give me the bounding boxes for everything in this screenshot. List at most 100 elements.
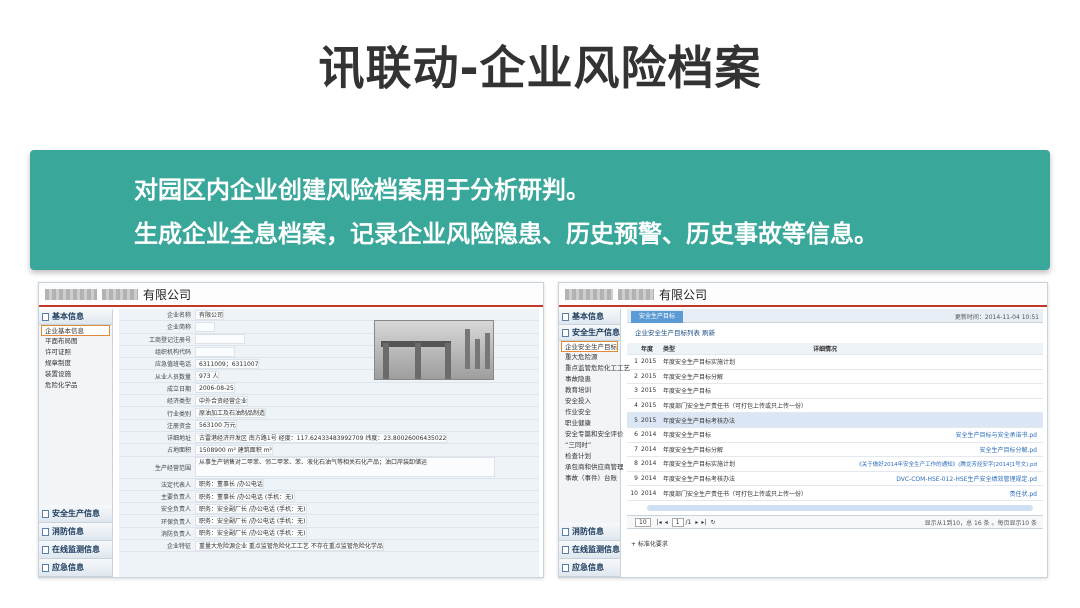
sidebar-section-basic-info[interactable]: 基本信息 [559,309,620,325]
field-label: 经济类型 [166,398,191,406]
table-row[interactable]: 1 2015 年度安全生产目标实施计划 [627,355,1043,370]
table-row[interactable]: 8 2014 年度安全生产目标实施计划 《关于做好2014年安全生产工作的通知》(腾龙… [627,457,1043,472]
field-label: 消防负责人 [160,530,191,538]
horizontal-scrollbar[interactable] [647,505,1033,511]
sidebar-item[interactable]: 事故隐患 [559,374,620,385]
field-value: 职务：董事长 /办公电话 (手机：无) [195,491,295,502]
sidebar: 基本信息 安全生产信息 企业安全生产目标 重大危险源 重点监管危险化工工艺 事故… [559,309,630,577]
sidebar-item[interactable]: 承包商和供应商管理 [559,462,624,473]
slide-title: 讯联动-企业风险档案 [318,41,762,95]
sidebar-section-safety[interactable]: 安全生产信息 [39,505,112,523]
sidebar-item[interactable]: 安全投入 [559,396,620,407]
document-icon [562,527,569,536]
sidebar-item[interactable]: 事故（事件）台账 [559,473,620,484]
sidebar-item-safety-targets[interactable]: 企业安全生产目标 [561,341,618,352]
sidebar-item[interactable]: 职业健康 [559,418,620,429]
sidebar-section-basic-info[interactable]: 基本信息 [39,309,112,325]
table-row[interactable]: 6 2014 年度安全生产目标 安全生产目标与安全承诺书.pd [627,428,1043,443]
field-label: 注册资金 [166,422,191,430]
sidebar-item-layout[interactable]: 平面布局图 [39,336,112,347]
sidebar-item[interactable]: 检查计划 [559,451,620,462]
next-page-icon[interactable]: ▸ [695,519,698,526]
last-page-icon[interactable]: ▸| [701,519,706,526]
sidebar-section-fire[interactable]: 消防信息 [559,523,620,541]
field-label: 生产经营范围 [154,464,191,472]
tab-safety-targets[interactable]: 安全生产目标 [631,311,684,323]
table-row[interactable]: 4 2015 年度部门安全生产责任书（可打包上传或只上传一份） [627,399,1043,414]
sidebar-section-safety[interactable]: 安全生产信息 [559,325,620,341]
field-label: 占地面积 [166,447,191,455]
field-label: 从业人员数量 [154,373,191,381]
sidebar-section-fire[interactable]: 消防信息 [39,523,112,541]
sidebar-section-monitoring[interactable]: 在线监测信息 [559,541,620,559]
company-name: 有限公司 [143,287,192,302]
sidebar-item[interactable]: “三同时” [559,440,620,451]
table-row[interactable]: 9 2014 年度安全生产目标考核办法 DVC-COM-HSE-012-HSE生产安全… [627,472,1043,487]
table-row[interactable]: 10 2014 年度部门安全生产责任书（可打包上传或只上传一份） 责任状.pd [627,486,1043,501]
company-info-form: 企业名称 有限公司 企业简称 工商登记注册号 组织机构代码 应急值班电话 63110… [119,309,539,577]
table-header: 年度 类型 详细情况 [627,343,1043,355]
document-icon [42,563,49,572]
field-value: 6311009；6311007 [195,358,260,369]
sidebar-item[interactable]: 作业安全 [559,407,620,418]
field-value: 中外合资经营企业 [195,395,249,406]
sidebar-section-monitoring[interactable]: 在线监测信息 [39,541,112,559]
field-label: 工商登记注册号 [148,336,191,344]
field-label: 安全负责人 [160,506,191,514]
field-label: 主要负责人 [160,494,191,501]
sidebar-item-facilities[interactable]: 装置设施 [39,369,112,380]
table-toolbar[interactable]: 企业安全生产目标列表 刷新 [635,327,715,337]
update-time: 更新时间：2014-11-04 10:51 [954,314,1039,321]
field-value [195,334,245,345]
screen-header: 有限公司 [39,283,543,307]
sidebar-item-rules[interactable]: 规章制度 [39,358,112,369]
sidebar-item-licenses[interactable]: 许可证照 [39,347,112,358]
company-gate-photo [374,320,494,380]
sidebar-section-emergency[interactable]: 应急信息 [559,559,620,577]
field-value: 从事生产销售对二甲苯、邻二甲苯、苯、液化石油气等相关石化产品；油口岸装卸储运 [195,457,495,478]
description-banner: 对园区内企业创建风险档案用于分析研判。 生成企业全息档案，记录企业风险隐患、历史… [30,150,1050,270]
table-row[interactable]: 2 2015 年度安全生产目标分解 [627,370,1043,385]
sidebar-item-chemicals[interactable]: 危险化学品 [39,380,112,391]
company-name: 有限公司 [659,287,708,302]
document-icon [42,545,49,554]
pagination-bar: 10 |◂ ◂ 1 /1 ▸ ▸| ↻ 显示从1到10，总 16 条 。每页显示… [627,515,1043,529]
field-label: 成立日期 [166,385,191,393]
field-value: 原油加工及石油制品制造 [195,408,267,419]
document-icon [562,312,569,321]
first-page-icon[interactable]: |◂ [657,519,662,526]
sidebar-item-company-info[interactable]: 企业基本信息 [41,325,110,336]
field-value: 有限公司 [195,309,225,320]
page-input[interactable]: 1 [671,517,684,527]
screen-header: 有限公司 [559,283,1047,307]
sidebar-section-emergency[interactable]: 应急信息 [39,559,112,577]
prev-page-icon[interactable]: ◂ [665,519,668,526]
redacted-text [565,288,613,300]
sidebar-item[interactable]: 教育培训 [559,385,620,396]
sidebar-item[interactable]: 重点监管危险化工工艺 [559,363,630,374]
field-value: 1508900 m² 建筑面积 m² [195,444,273,455]
table-row-selected[interactable]: 5 2015 年度安全生产目标考核办法 [627,413,1043,428]
refresh-icon[interactable]: ↻ [710,519,715,526]
field-value: 973 人 [195,371,220,382]
safety-targets-screenshot: 有限公司 基本信息 安全生产信息 企业安全生产目标 重大危险源 重点监管危险化工… [558,282,1048,578]
field-label: 企业名称 [166,312,191,320]
field-label: 环保负责人 [160,518,191,526]
column-header-year: 年度 [641,346,654,353]
safety-targets-table: 年度 类型 详细情况 1 2015 年度安全生产目标实施计划 2 2015 年度安全生产… [627,343,1043,501]
field-value: 职务：安全副厂长 /办公电话 (手机：无) [195,528,307,539]
page-size-select[interactable]: 10 [635,517,651,527]
document-icon [42,509,49,518]
sidebar-item[interactable]: 安全专篇和安全评价 [559,429,624,440]
redacted-text [45,288,97,300]
field-value: 2006-08-25 [195,383,235,394]
document-icon [42,527,49,536]
field-value: 职务：安全副厂长 /办公电话 (手机：无) [195,516,307,527]
sidebar-item[interactable]: 重大危险源 [559,352,620,363]
table-row[interactable]: 3 2015 年度安全生产目标 [627,384,1043,399]
standardization-toggle[interactable]: + 标准化要求 [631,539,668,548]
table-row[interactable]: 7 2014 年度安全生产目标分解 安全生产目标分解.pd [627,443,1043,458]
field-label: 应急值班电话 [154,361,191,369]
field-value: 古雷港经济开发区 南方路1号 经度：117.62433483992709 纬度：… [195,432,448,443]
document-icon [42,312,49,321]
